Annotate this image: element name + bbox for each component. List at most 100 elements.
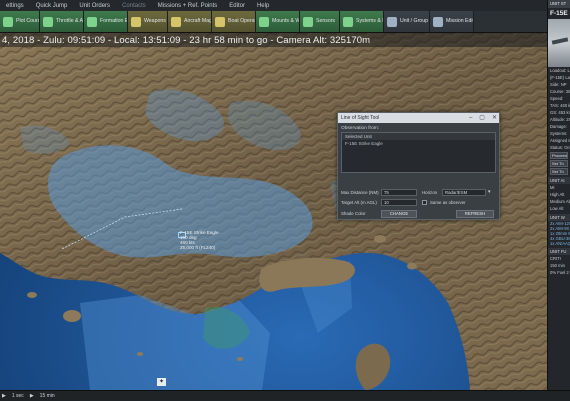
horizon-label: Horizon	[422, 190, 438, 195]
toolbar-button-label: Unit / Group Doctrine	[400, 17, 429, 24]
panel-section-item: Mi	[550, 185, 555, 190]
target-alt-input[interactable]: 10	[381, 199, 417, 206]
unit-title: F-15E St	[550, 10, 570, 17]
shade-color-label: Shade Color	[341, 211, 366, 216]
toolbar-button-label: Throttle & Altitude	[56, 17, 84, 24]
toolbar-button-mission-editor[interactable]: Mission Editor	[430, 11, 474, 32]
panel-action-button[interactable]: Set Th	[550, 160, 568, 167]
toolbar-icon	[3, 16, 13, 27]
toolbar-icon	[259, 16, 269, 27]
island-3	[63, 310, 81, 322]
toolbar-button-label: Weapons	[144, 17, 166, 24]
compass-button[interactable]: ✦	[157, 378, 166, 386]
toolbar-button-label: Sensors	[316, 17, 336, 24]
menu-item[interactable]: ettings	[0, 3, 30, 9]
toolbar-button-systems-damage[interactable]: Systems & Damage	[340, 11, 384, 32]
unit-label-line: 25,000 ft (FL240)	[180, 245, 216, 250]
change-color-button[interactable]: CHANGE	[381, 210, 417, 218]
toolbar-button-label: Mounts & Weapons	[272, 17, 300, 24]
toolbar-button-mounts-weapons[interactable]: Mounts & Weapons	[256, 11, 300, 32]
unit-info-line: Side: NP	[550, 82, 567, 87]
target-alt-label: Target Alt (m AGL)	[341, 200, 377, 205]
unit-info-line: Course: 25	[550, 89, 570, 94]
toolbar-button-sensors[interactable]: Sensors	[300, 11, 340, 32]
dialog-title: Line of Sight Tool	[341, 115, 380, 121]
toolbar-button-label: Formation Editor	[100, 17, 128, 24]
unit-toolbar: Plot Course Throttle & Altitude Formation …	[0, 11, 547, 33]
panel-action-button[interactable]: Proceed N	[550, 152, 568, 159]
menu-item[interactable]: Contacts	[116, 3, 152, 9]
toolbar-button-label: Systems & Damage	[356, 17, 383, 24]
unit-info-line: TAS: 460 kn	[550, 103, 570, 108]
observer-list-header: Selected Unit	[342, 133, 495, 140]
close-button[interactable]: ✕	[492, 113, 497, 123]
unit-info-line: Altitude: 25	[550, 117, 570, 122]
menu-item[interactable]: Help	[251, 3, 275, 9]
unit-info-line: Speed:	[550, 96, 564, 101]
toolbar-icon	[43, 16, 53, 27]
dialog-titlebar[interactable]: Line of Sight Tool – ▢ ✕	[338, 113, 499, 123]
toolbar-button-label: Mission Editor	[446, 17, 473, 24]
unit-label[interactable]: F-15E Strike Eagle 150 deg 460 kts 25,00…	[180, 230, 219, 250]
panel-section-header[interactable]: UNIT W	[548, 214, 570, 221]
max-distance-input[interactable]: 75	[381, 189, 417, 196]
minimize-button[interactable]: –	[469, 113, 472, 123]
same-as-observer-checkbox[interactable]	[422, 200, 427, 205]
play-icon[interactable]: ▶	[30, 393, 34, 399]
toolbar-button-throttle-altitude[interactable]: Throttle & Altitude	[40, 11, 84, 32]
menu-bar: ettings Quick Jump Unit Orders Contacts Miss…	[0, 0, 547, 11]
panel-section-item: CRITI	[550, 256, 561, 261]
unit-info-line: Assigned to	[550, 138, 570, 143]
toolbar-button-label: Aircraft Magazines	[184, 17, 212, 24]
refresh-button[interactable]: REFRESH	[456, 210, 494, 218]
toolbar-button-aircraft-magazines[interactable]: Aircraft Magazines	[168, 11, 212, 32]
toolbar-button-formation-editor[interactable]: Formation Editor	[84, 11, 128, 32]
observer-list-item[interactable]: F-15E Strike Eagle	[342, 140, 495, 147]
maximize-button[interactable]: ▢	[479, 113, 485, 123]
menu-item[interactable]: Quick Jump	[30, 3, 74, 9]
island-4	[27, 292, 37, 298]
island-1	[374, 235, 386, 243]
observer-list[interactable]: Selected Unit F-15E Strike Eagle	[341, 132, 496, 173]
panel-section-header[interactable]: UNIT FU	[548, 248, 570, 255]
play-icon[interactable]: ▶	[2, 393, 6, 399]
max-distance-label: Max Distance (NM)	[341, 190, 379, 195]
panel-section-item: 0% Fuel 2	[550, 270, 569, 275]
time-step-1sec[interactable]: 1 sec	[12, 393, 24, 399]
time-step-15min[interactable]: 15 min	[40, 393, 55, 399]
time-controls-bar: ▶ 1 sec ▶ 15 min	[0, 390, 570, 401]
island-5	[237, 357, 243, 361]
toolbar-button-label: Boat Operations	[228, 17, 255, 24]
toolbar-icon	[303, 16, 313, 27]
unit-status-panel: UNIT ST F-15E St Loadout: Li (F-15E) Lan S…	[547, 0, 570, 390]
menu-item[interactable]: Editor	[223, 3, 251, 9]
toolbar-icon	[387, 16, 397, 27]
unit-image	[548, 19, 570, 67]
island-2	[407, 262, 417, 270]
weapon-link[interactable]: 1x AN/AAQ	[548, 241, 570, 246]
panel-action-button[interactable]: Set Th	[550, 168, 568, 175]
panel-section-item: 150 min	[550, 263, 565, 268]
same-as-observer-label: Same as observer	[430, 200, 466, 205]
unit-info-line: (F-15E) Lan	[550, 75, 570, 80]
toolbar-icon	[131, 16, 141, 27]
horizon-select[interactable]: Radar/ESM	[442, 189, 486, 196]
menu-item[interactable]: Missions + Ref. Points	[152, 3, 224, 9]
toolbar-icon	[343, 16, 353, 27]
panel-section-item: Low Alt	[550, 206, 564, 211]
unit-info-line: Damage:	[550, 124, 567, 129]
unit-info-line: Loadout: Li	[550, 68, 570, 73]
menu-item[interactable]: Unit Orders	[73, 3, 116, 9]
toolbar-button-plot-course[interactable]: Plot Course	[0, 11, 40, 32]
toolbar-button-unit-group-doctrine[interactable]: Unit / Group Doctrine	[384, 11, 430, 32]
panel-section-header[interactable]: UNIT AI	[548, 177, 570, 184]
panel-section-item: High Alt	[550, 192, 565, 197]
toolbar-icon	[215, 16, 225, 27]
toolbar-icon	[87, 16, 97, 27]
chevron-down-icon[interactable]: ▾	[488, 189, 491, 195]
toolbar-button-boat-operations[interactable]: Boat Operations	[212, 11, 256, 32]
toolbar-button-weapons[interactable]: Weapons	[128, 11, 168, 32]
unit-info-line: Systems:	[550, 131, 568, 136]
unit-info-line: GS: 453 kn	[550, 110, 570, 115]
observation-label: Observation from:	[341, 126, 380, 131]
